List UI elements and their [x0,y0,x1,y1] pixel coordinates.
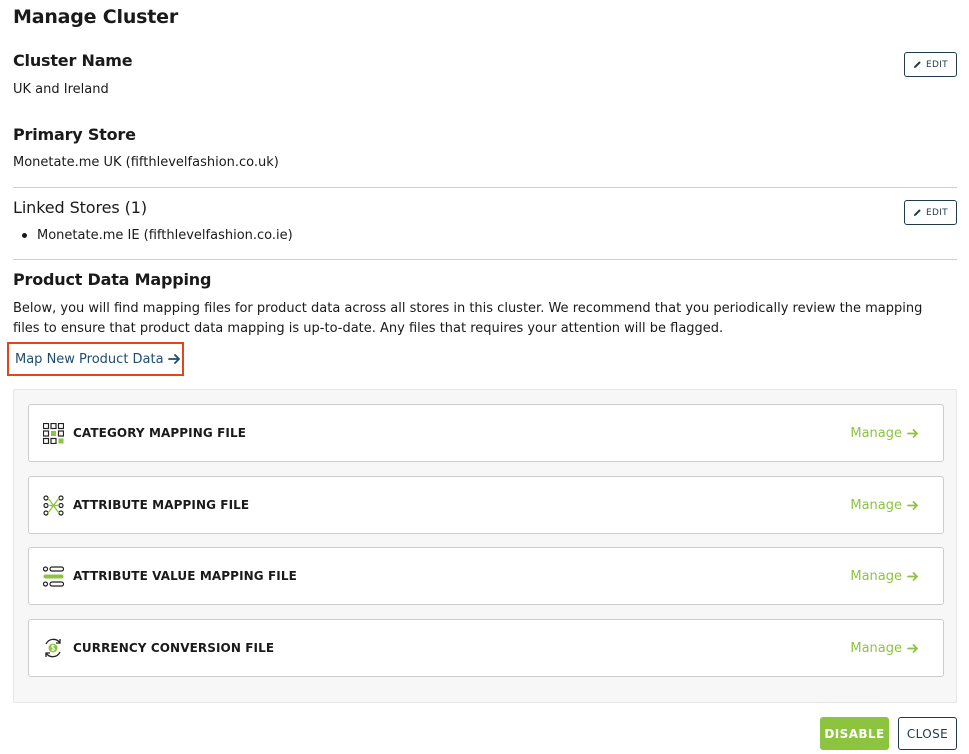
file-name: ATTRIBUTE VALUE MAPPING FILE [73,569,297,583]
map-link-label: Map New Product Data [15,351,164,367]
manage-label: Manage [850,568,902,584]
manage-attribute-value-mapping-link[interactable]: Manage [850,569,919,584]
product-data-mapping-description: Below, you will find mapping files for p… [13,301,923,336]
disable-button[interactable]: DISABLE [820,717,889,750]
arrow-right-icon [907,500,918,510]
primary-store-value: Monetate.me UK (fifthlevelfashion.co.uk) [13,155,279,170]
edit-button-label: EDIT [926,59,948,70]
file-name: ATTRIBUTE MAPPING FILE [73,498,250,512]
arrow-right-icon [907,571,918,581]
product-data-mapping-heading: Product Data Mapping [13,270,212,289]
arrow-right-icon [167,354,180,364]
category-mapping-file-card: CATEGORY MAPPING FILE Manage [28,404,944,462]
currency-conversion-file-card: CURRENCY CONVERSION FILE Manage [28,619,944,677]
category-grid-icon [42,422,64,444]
linked-store-name: Monetate.me IE (fifthlevelfashion.co.ie) [37,228,293,243]
edit-cluster-name-button[interactable]: EDIT [904,52,957,77]
manage-label: Manage [850,425,902,441]
manage-category-mapping-link[interactable]: Manage [850,426,919,441]
close-button[interactable]: CLOSE [898,717,957,750]
manage-currency-conversion-link[interactable]: Manage [850,641,919,656]
cluster-name-value: UK and Ireland [13,82,109,97]
edit-linked-stores-button[interactable]: EDIT [904,200,957,225]
divider [13,259,957,260]
bullet [22,233,27,238]
pencil-icon [913,61,921,69]
page-title: Manage Cluster [13,6,179,28]
manage-label: Manage [850,497,902,513]
primary-store-heading: Primary Store [13,125,136,144]
edit-button-label: EDIT [926,207,948,218]
file-name: CURRENCY CONVERSION FILE [73,641,275,655]
linked-stores-list: Monetate.me IE (fifthlevelfashion.co.ie) [22,228,293,243]
mapping-files-panel: CATEGORY MAPPING FILE Manage ATTRIBUTE M… [13,389,957,703]
attribute-value-mapping-file-card: ATTRIBUTE VALUE MAPPING FILE Manage [28,547,944,605]
linked-stores-heading: Linked Stores (1) [13,198,147,217]
manage-attribute-mapping-link[interactable]: Manage [850,498,919,513]
map-new-product-data-link[interactable]: Map New Product Data [7,342,184,376]
arrow-right-icon [907,643,918,653]
manage-label: Manage [850,640,902,656]
list-item: Monetate.me IE (fifthlevelfashion.co.ie) [22,228,293,243]
value-list-icon [42,565,64,587]
divider [13,187,957,188]
file-name: CATEGORY MAPPING FILE [73,426,247,440]
attribute-nodes-icon [42,494,64,516]
cluster-name-heading: Cluster Name [13,51,133,70]
attribute-mapping-file-card: ATTRIBUTE MAPPING FILE Manage [28,476,944,534]
arrow-right-icon [907,428,918,438]
pencil-icon [913,209,921,217]
currency-cycle-icon [42,637,64,659]
